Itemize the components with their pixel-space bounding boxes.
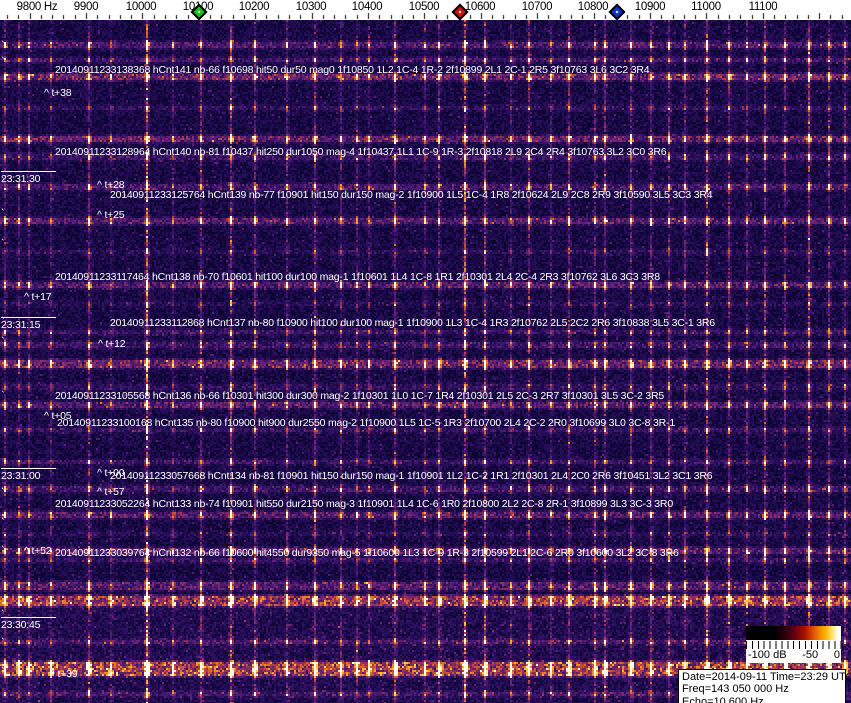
left-edge-tick: ` bbox=[1, 390, 5, 402]
spectrogram-canvas bbox=[0, 20, 851, 703]
time-axis-label: 23:31:15 bbox=[1, 317, 56, 331]
detection-log-line: 20140911233138368 hCnt141 nb-66 f10698 h… bbox=[55, 64, 649, 76]
ruler-frequency-label: 10700 bbox=[522, 1, 552, 13]
event-time-marker: ^ t+57 bbox=[97, 486, 124, 498]
ruler-frequency-label: 9900 bbox=[74, 1, 98, 13]
diamond-center-dot bbox=[615, 10, 619, 14]
detection-log-line: 20140911233052264 hCnt133 nb-74 f10901 h… bbox=[55, 498, 673, 510]
detection-log-line: 20140911233117464 hCnt138 nb-70 f10601 h… bbox=[55, 271, 660, 283]
event-time-marker: ^ t+05 bbox=[44, 410, 71, 422]
detection-log-line: 20140911233100168 hCnt135 nb-80 f10900 h… bbox=[57, 417, 675, 429]
left-edge-tick: ` bbox=[1, 637, 5, 649]
detection-log-line: 20140911233039764 hCnt132 nb-66 f10600 h… bbox=[55, 547, 679, 559]
legend-db-min-label: -100 dB bbox=[748, 649, 787, 661]
ruler-frequency-label: 9800 Hz bbox=[17, 1, 58, 13]
detection-log-line: 20140911233128964 hCnt140 nb-81 f10437 h… bbox=[55, 146, 666, 158]
left-edge-tick: ` bbox=[1, 609, 5, 621]
event-time-marker: ^ t+39 bbox=[50, 668, 77, 680]
legend-gradient-bar bbox=[746, 626, 841, 640]
db-scale-legend: -100 dB -50 0 bbox=[746, 626, 841, 663]
event-time-marker: ^ t+00 bbox=[97, 467, 124, 479]
left-edge-tick: ` bbox=[1, 176, 5, 188]
left-edge-tick: ` bbox=[1, 40, 5, 52]
left-edge-tick: ` bbox=[1, 487, 5, 499]
left-edge-tick: ` bbox=[1, 545, 5, 557]
ruler-frequency-label: 10800 bbox=[578, 1, 608, 13]
ruler-frequency-label: 10000 bbox=[126, 1, 156, 13]
waterfall-display: -100 dB -50 0 Date=2014-09-11 Time=23:29… bbox=[0, 20, 851, 703]
ruler-frequency-label: 10300 bbox=[296, 1, 326, 13]
observation-info-box: Date=2014-09-11 Time=23:29 UTC Freq=143 … bbox=[678, 669, 846, 703]
ruler-frequency-label: 10500 bbox=[409, 1, 439, 13]
left-edge-tick: ` bbox=[1, 208, 5, 220]
left-edge-tick: ` bbox=[1, 238, 5, 250]
left-edge-tick: ` bbox=[1, 336, 5, 348]
time-axis-label: 23:31:30 bbox=[1, 171, 56, 185]
ruler-frequency-label: 10200 bbox=[239, 1, 269, 13]
event-time-marker: ^ t+28 bbox=[97, 179, 124, 191]
detection-log-line: 20140911233105568 hCnt136 nb-66 f10301 h… bbox=[55, 390, 664, 402]
legend-db-mid-label: -50 bbox=[802, 649, 818, 661]
frequency-ruler[interactable]: 9800 Hz990010000101001020010300104001050… bbox=[0, 0, 851, 20]
event-time-marker: ^ t+52 bbox=[24, 545, 51, 557]
ruler-frequency-label: 11000 bbox=[691, 1, 721, 13]
legend-tick-ruler bbox=[746, 640, 841, 649]
time-axis-label: 23:31:00 bbox=[1, 468, 56, 482]
info-echo: Echo=10 600 Hz bbox=[682, 696, 845, 703]
event-time-marker: ^ t+17 bbox=[24, 291, 51, 303]
detection-log-line: 20140911233112868 hCnt137 nb-80 f10900 h… bbox=[110, 317, 715, 329]
diamond-center-dot bbox=[197, 10, 201, 14]
left-edge-tick: ` bbox=[1, 316, 5, 328]
diamond-center-dot bbox=[458, 10, 462, 14]
left-edge-tick: ` bbox=[1, 666, 5, 678]
left-edge-tick: ` bbox=[1, 56, 5, 68]
detection-log-line: 20140911233125764 hCnt139 nb-77 f10901 h… bbox=[110, 189, 712, 201]
info-frequency: Freq=143 050 000 Hz bbox=[682, 683, 845, 695]
info-date-time: Date=2014-09-11 Time=23:29 UTC bbox=[682, 671, 845, 683]
event-time-marker: ^ t+25 bbox=[97, 209, 124, 221]
legend-db-max-label: 0 bbox=[834, 649, 840, 661]
meteor-echo-spectrogram-app: 9800 Hz990010000101001020010300104001050… bbox=[0, 0, 851, 703]
ruler-frequency-label: 10900 bbox=[635, 1, 665, 13]
ruler-frequency-label: 11100 bbox=[749, 1, 778, 13]
event-time-marker: ^ t+38 bbox=[44, 87, 71, 99]
ruler-frequency-label: 10600 bbox=[465, 1, 495, 13]
left-edge-tick: ` bbox=[1, 517, 5, 529]
detection-log-line: 20140911233057668 hCnt134 nb-81 f10901 h… bbox=[110, 470, 712, 482]
event-time-marker: ^ t+12 bbox=[98, 338, 125, 350]
time-axis-label: 23:30:45 bbox=[1, 617, 56, 631]
ruler-frequency-label: 10400 bbox=[352, 1, 382, 13]
